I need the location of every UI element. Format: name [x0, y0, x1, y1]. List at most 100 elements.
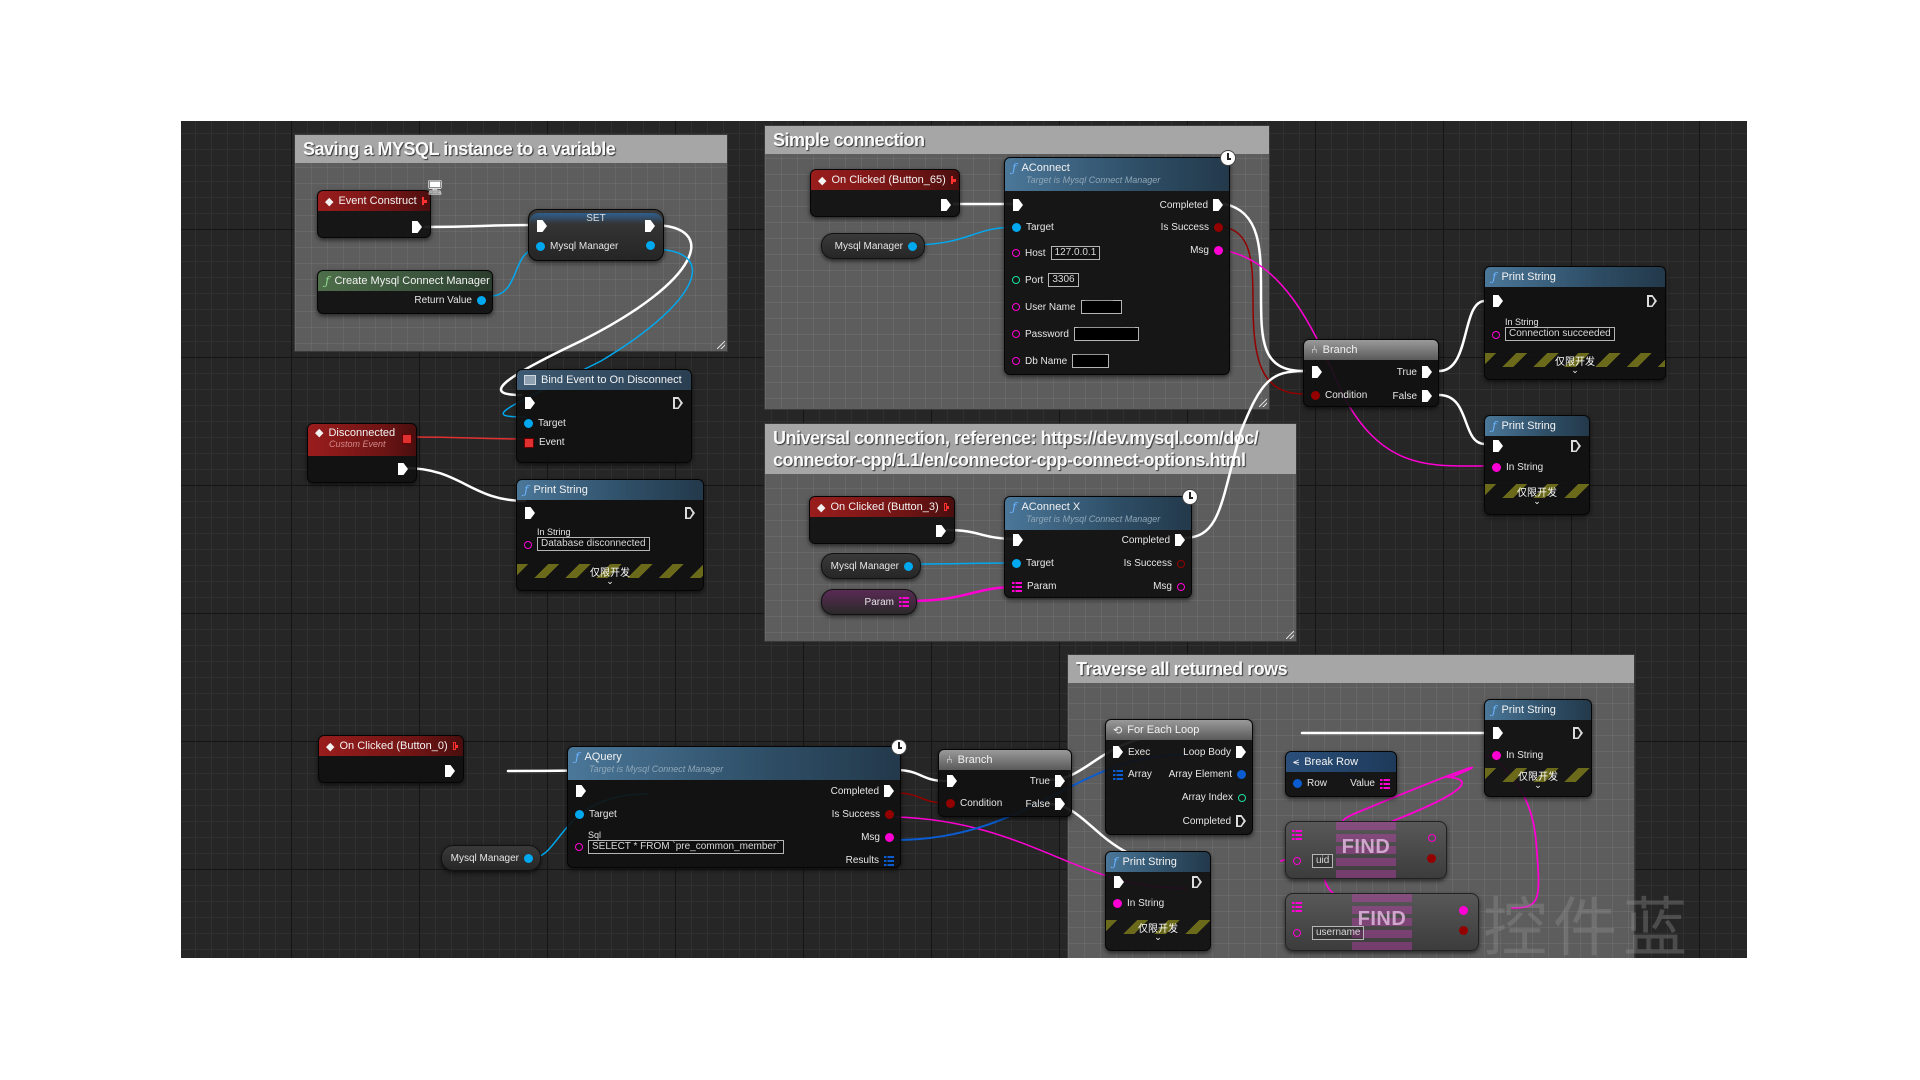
port-input[interactable]: 3306 [1048, 273, 1079, 287]
node-find-uid[interactable]: FIND uid [1285, 821, 1447, 879]
exec-output-pin[interactable] [1213, 199, 1223, 211]
expand-chevron-icon[interactable]: ⌄ [1106, 932, 1210, 943]
node-branch-query[interactable]: ⑃ Branch True Condition False [938, 749, 1072, 817]
string-input-pin[interactable] [1012, 330, 1020, 338]
node-print-string-disconnected[interactable]: ƒ Print String In String Database discon… [516, 479, 704, 591]
exec-output-pin[interactable] [1192, 876, 1202, 888]
exec-output-pin[interactable] [412, 221, 422, 233]
expand-chevron-icon[interactable]: ⌄ [1485, 365, 1665, 376]
node-on-clicked-button-3[interactable]: ◆ On Clicked (Button_3) [809, 496, 955, 544]
db-name-input[interactable]: ▒▒▒▒ [1072, 354, 1109, 368]
resize-handle[interactable] [717, 341, 725, 349]
delegate-output-pin[interactable] [402, 434, 412, 444]
string-input-pin[interactable] [1492, 751, 1501, 760]
key-input[interactable]: uid [1312, 854, 1334, 868]
object-output-pin[interactable] [477, 296, 486, 305]
map-input-pin[interactable] [1292, 902, 1302, 912]
object-output-pin[interactable] [908, 241, 917, 251]
exec-output-pin[interactable] [1422, 366, 1432, 378]
object-output-pin[interactable] [524, 853, 533, 863]
string-input-pin[interactable] [1492, 331, 1500, 339]
exec-output-pin[interactable] [1571, 440, 1581, 452]
sql-input[interactable]: SELECT * FROM `pre_common_member` [588, 840, 784, 854]
node-on-clicked-button-0[interactable]: ◆ On Clicked (Button_0) [318, 735, 464, 783]
string-input-pin[interactable] [575, 843, 583, 851]
password-input[interactable]: ▒▒▒▒▒▒▒▒ [1073, 327, 1139, 341]
node-aconnect[interactable]: ƒ AConnect Target is Mysql Connect Manag… [1004, 150, 1236, 375]
exec-input-pin[interactable] [1493, 440, 1503, 452]
exec-output-pin[interactable] [936, 525, 946, 537]
node-create-mysql-connect-manager[interactable]: ƒ Create Mysql Connect Manager Return Va… [317, 270, 493, 314]
user-name-input[interactable]: ▒▒▒▒z [1080, 300, 1122, 314]
object-input-pin[interactable] [575, 810, 584, 819]
exec-output-pin[interactable] [1422, 390, 1432, 402]
exec-output-pin[interactable] [445, 765, 455, 777]
string-input-pin[interactable] [1113, 899, 1122, 908]
bool-output-pin[interactable] [885, 810, 894, 819]
node-find-username[interactable]: FIND username [1285, 893, 1479, 951]
exec-input-pin[interactable] [1493, 295, 1503, 307]
node-branch-connect[interactable]: ⑃ Branch True Condition False [1303, 339, 1439, 407]
exec-input-pin[interactable] [1312, 366, 1322, 378]
variable-param[interactable]: Param [821, 589, 917, 615]
node-aquery[interactable]: ƒ AQuery Target is Mysql Connect Manager… [567, 739, 907, 868]
exec-output-pin[interactable] [1647, 295, 1657, 307]
node-bind-event-on-disconnect[interactable]: Bind Event to On Disconnect Target Event [516, 369, 692, 463]
string-output-pin[interactable] [1428, 834, 1436, 842]
exec-output-pin[interactable] [1236, 815, 1246, 827]
string-output-pin[interactable] [1214, 246, 1223, 255]
string-output-pin[interactable] [1177, 582, 1185, 591]
bool-output-pin[interactable] [1214, 223, 1223, 232]
exec-output-pin[interactable] [1236, 746, 1246, 758]
node-on-clicked-button-65[interactable]: ◆ On Clicked (Button_65) [810, 169, 960, 217]
node-print-string-row[interactable]: ƒ Print String In String 仅限开发 ⌄ [1484, 699, 1592, 797]
array-output-pin[interactable] [884, 855, 894, 866]
node-print-string-success[interactable]: ƒ Print String In String Connection succ… [1484, 266, 1666, 380]
variable-mysql-manager[interactable]: Mysql Manager [821, 553, 921, 579]
resize-handle[interactable] [1286, 631, 1294, 639]
exec-output-pin[interactable] [1055, 775, 1065, 787]
int-input-pin[interactable] [1012, 276, 1020, 284]
resize-handle[interactable] [1259, 399, 1267, 407]
exec-input-pin[interactable] [1493, 727, 1503, 739]
exec-input-pin[interactable] [1113, 746, 1123, 758]
array-input-pin[interactable] [1113, 769, 1123, 780]
delegate-pin[interactable] [421, 197, 428, 205]
exec-input-pin[interactable] [576, 785, 586, 797]
map-output-pin[interactable] [1380, 778, 1390, 789]
bool-output-pin[interactable] [1459, 926, 1468, 935]
delegate-pin[interactable] [950, 176, 957, 184]
blueprint-graph-canvas[interactable]: Saving a MYSQL instance to a variable Si… [181, 121, 1747, 958]
node-aconnectx[interactable]: ƒ AConnect X Target is Mysql Connect Man… [1004, 489, 1198, 598]
variable-mysql-manager[interactable]: Mysql Manager [441, 845, 541, 871]
object-input-pin[interactable] [536, 242, 545, 251]
node-for-each-loop[interactable]: ⟲ For Each Loop Exec Loop Body Array Arr… [1105, 719, 1253, 835]
node-print-string-failure[interactable]: ƒ Print String In String 仅限开发 ⌄ [1484, 415, 1590, 515]
string-output-pin[interactable] [885, 833, 894, 842]
string-input-pin[interactable] [1012, 357, 1020, 365]
map-output-pin[interactable] [899, 597, 909, 607]
map-input-pin[interactable] [1012, 581, 1022, 592]
node-disconnected-custom-event[interactable]: ◆ Disconnected Custom Event [307, 423, 417, 483]
exec-output-pin[interactable] [941, 199, 951, 211]
object-input-pin[interactable] [1012, 223, 1021, 232]
exec-output-pin[interactable] [1055, 798, 1065, 810]
struct-output-pin[interactable] [1237, 770, 1246, 779]
string-input-pin[interactable] [1012, 249, 1020, 257]
delegate-input-pin[interactable] [524, 437, 534, 448]
node-print-string-query-failure[interactable]: ƒ Print String In String 仅限开发 ⌄ [1105, 851, 1211, 951]
map-input-pin[interactable] [1292, 830, 1302, 840]
in-string-input[interactable]: Database disconnected [537, 537, 650, 551]
object-input-pin[interactable] [524, 419, 533, 428]
host-input[interactable]: 127.0.0.1 [1050, 246, 1101, 260]
string-input-pin[interactable] [1012, 303, 1020, 311]
delegate-pin[interactable] [452, 742, 459, 750]
string-input-pin[interactable] [1293, 857, 1301, 865]
string-input-pin[interactable] [1293, 929, 1301, 937]
node-break-row[interactable]: ⪪ Break Row Row Value [1285, 751, 1397, 797]
exec-output-pin[interactable] [1175, 534, 1185, 546]
object-output-pin[interactable] [646, 241, 655, 250]
exec-input-pin[interactable] [525, 507, 535, 519]
exec-output-pin[interactable] [685, 507, 695, 519]
exec-input-pin[interactable] [947, 775, 957, 787]
